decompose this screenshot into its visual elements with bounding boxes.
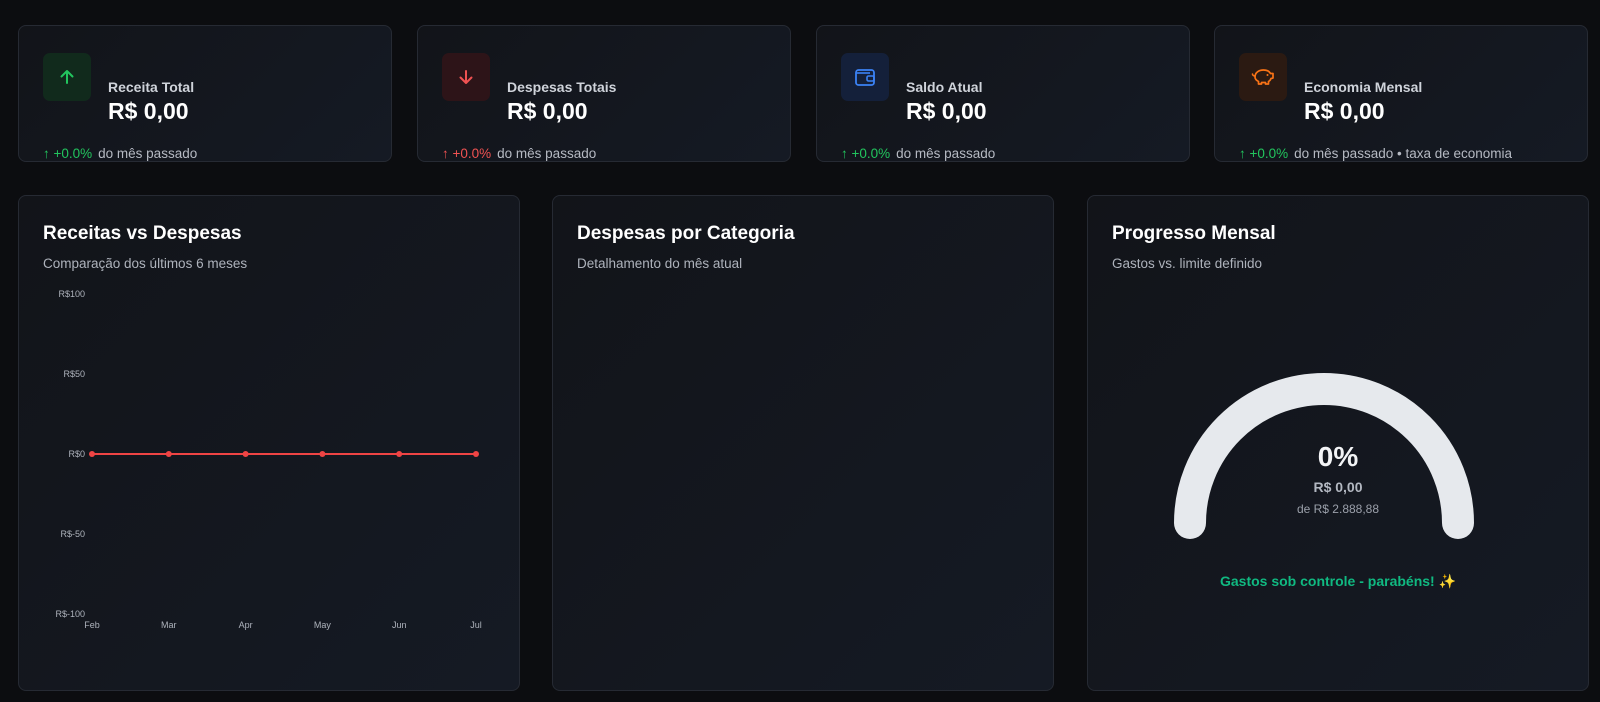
x-tick-label: May (314, 620, 332, 630)
stat-value: R$ 0,00 (108, 98, 189, 124)
savings-icon-box (1239, 53, 1287, 101)
x-tick-label: Jun (392, 620, 407, 630)
x-tick-label: Mar (161, 620, 177, 630)
data-point[interactable] (165, 451, 172, 457)
stat-note: do mês passado (497, 146, 597, 161)
stat-footer: ↑ +0.0% do mês passado (43, 146, 197, 161)
arrow-up-icon (60, 70, 74, 84)
stat-card-revenue: Receita Total R$ 0,00 ↑ +0.0% do mês pass… (18, 25, 392, 162)
stat-change: ↑ +0.0% (442, 146, 492, 161)
y-tick-label: R$50 (63, 369, 85, 379)
y-tick-label: R$100 (58, 289, 85, 299)
data-point[interactable] (396, 451, 403, 457)
y-tick-label: R$-100 (55, 609, 85, 619)
x-tick-label: Feb (84, 620, 100, 630)
monthly-progress-panel: Progresso Mensal Gastos vs. limite defin… (1087, 195, 1589, 691)
stat-card-savings: Economia Mensal R$ 0,00 ↑ +0.0% do mês pa… (1214, 25, 1588, 162)
panel-subtitle: Detalhamento do mês atual (577, 256, 743, 271)
data-point[interactable] (89, 451, 95, 457)
data-point[interactable] (473, 451, 479, 457)
stat-label: Despesas Totais (507, 79, 617, 95)
stat-value: R$ 0,00 (507, 98, 588, 124)
y-tick-label: R$-50 (60, 529, 85, 539)
stat-label: Economia Mensal (1304, 79, 1423, 95)
stat-label: Receita Total (108, 79, 195, 95)
stat-change: ↑ +0.0% (841, 146, 891, 161)
stat-card-balance: Saldo Atual R$ 0,00 ↑ +0.0% do mês passad… (816, 25, 1190, 162)
stat-change: ↑ +0.0% (1239, 146, 1289, 161)
revenue-icon-box (43, 53, 91, 101)
gauge-limit: de R$ 2.888,88 (1296, 502, 1380, 516)
stat-note: do mês passado (98, 146, 198, 161)
stat-value: R$ 0,00 (906, 98, 987, 124)
x-tick-label: Apr (239, 620, 253, 630)
panel-title: Despesas por Categoria (577, 223, 795, 244)
gauge-spent: R$ 0,00 (1313, 479, 1363, 495)
line-chart: R$100 R$50 R$0 R$-50 R$-100Feb Mar Apr May Jun Ju… (55, 289, 482, 630)
stat-change: ↑ +0.0% (43, 146, 93, 161)
stat-label: Saldo Atual (906, 79, 983, 95)
data-point[interactable] (319, 451, 326, 457)
stat-footer: ↑ +0.0% do mês passado • taxa de economia (1239, 146, 1512, 161)
expenses-icon-box (442, 53, 490, 101)
stat-note: do mês passado • taxa de economia (1294, 146, 1513, 161)
wallet-icon (855, 69, 875, 86)
arrow-down-icon (459, 70, 473, 84)
progress-gauge: 0% R$ 0,00 de R$ 2.888,88 Gastos sob con… (1088, 196, 1588, 692)
stat-footer: ↑ +0.0% do mês passado (442, 146, 596, 161)
income-vs-expense-panel: Receitas vs Despesas Comparação dos últi… (18, 195, 520, 691)
gauge-percent: 0% (1317, 441, 1359, 472)
stat-note: do mês passado (896, 146, 996, 161)
stat-footer: ↑ +0.0% do mês passado (841, 146, 995, 161)
gauge-status-message: Gastos sob controle - parabéns! ✨ (1219, 573, 1457, 589)
data-point[interactable] (242, 451, 249, 457)
balance-icon-box (841, 53, 889, 101)
expenses-by-category-panel: Despesas por Categoria Detalhamento do m… (552, 195, 1054, 691)
y-tick-label: R$0 (68, 449, 85, 459)
stat-card-expenses: Despesas Totais R$ 0,00 ↑ +0.0% do mês pa… (417, 25, 791, 162)
stat-value: R$ 0,00 (1304, 98, 1385, 124)
x-tick-label: Jul (470, 620, 482, 630)
piggy-bank-icon (1251, 69, 1274, 85)
